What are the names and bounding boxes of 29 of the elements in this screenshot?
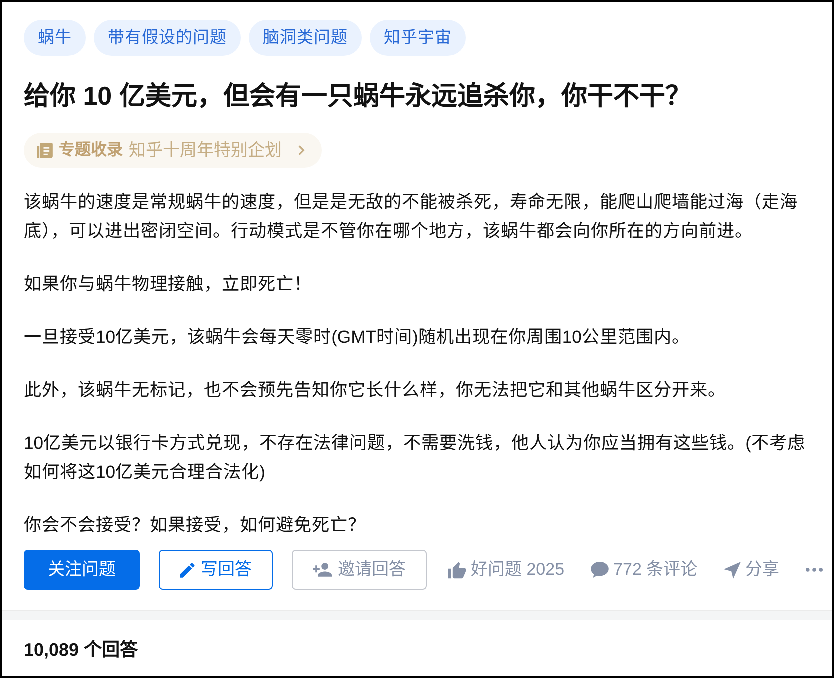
topic-tag[interactable]: 脑洞类问题 xyxy=(249,20,362,56)
paper-plane-icon xyxy=(724,562,741,578)
like-button[interactable]: 好问题 2025 xyxy=(448,550,565,590)
follow-button[interactable]: 关注问题 xyxy=(24,550,140,590)
collection-label: 专题收录 xyxy=(59,140,123,160)
comments-button[interactable]: 772 条评论 xyxy=(590,550,698,590)
question-title: 给你 10 亿美元，但会有一只蜗牛永远追杀你，你干不干？ xyxy=(24,80,692,113)
topic-tag[interactable]: 知乎宇宙 xyxy=(370,20,466,56)
more-icon xyxy=(806,568,823,572)
description-paragraph: 你会不会接受？如果接受，如何避免死亡？ xyxy=(24,514,367,537)
chevron-right-icon xyxy=(298,145,305,156)
document-icon xyxy=(37,143,53,158)
collection-link[interactable]: 专题收录 知乎十周年特别企划 xyxy=(24,133,322,168)
invite-answer-button[interactable]: 邀请回答 xyxy=(292,550,427,590)
person-add-icon xyxy=(313,563,332,577)
speech-bubble-icon xyxy=(590,562,609,578)
write-answer-button[interactable]: 写回答 xyxy=(159,550,273,590)
description-paragraph: 此外，该蜗牛无标记，也不会预先告知你它长什么样，你无法把它和其他蜗牛区分开来。 xyxy=(24,379,727,402)
share-button[interactable]: 分享 xyxy=(724,550,780,590)
description-paragraph: 如果你与蜗牛物理接触，立即死亡！ xyxy=(24,273,313,296)
topic-tag[interactable]: 带有假设的问题 xyxy=(94,20,241,56)
description-paragraph: 一旦接受10亿美元，该蜗牛会每天零时(GMT时间)随机出现在你周围10公里范围内。 xyxy=(24,326,691,349)
description-paragraph: 该蜗牛的速度是常规蜗牛的速度，但是是无敌的不能被杀死，寿命无限，能爬山爬墙能过海（走海底），可以进出密闭空间。行动模式是不管你在哪个地方，该蜗牛都会向你所在的方向前进。 xyxy=(24,191,799,243)
thumbs-up-icon xyxy=(448,562,466,578)
answer-count: 10,089 个回答 xyxy=(24,639,140,662)
pencil-icon xyxy=(180,562,195,578)
topic-tag[interactable]: 蜗牛 xyxy=(24,20,86,56)
description-paragraph: 10亿美元以银行卡方式兑现，不存在法律问题，不需要洗钱，他人认为你应当拥有这些钱。(不考虑如何将这10亿美元合理合法化) xyxy=(24,432,806,484)
collection-name: 知乎十周年特别企划 xyxy=(129,140,282,162)
